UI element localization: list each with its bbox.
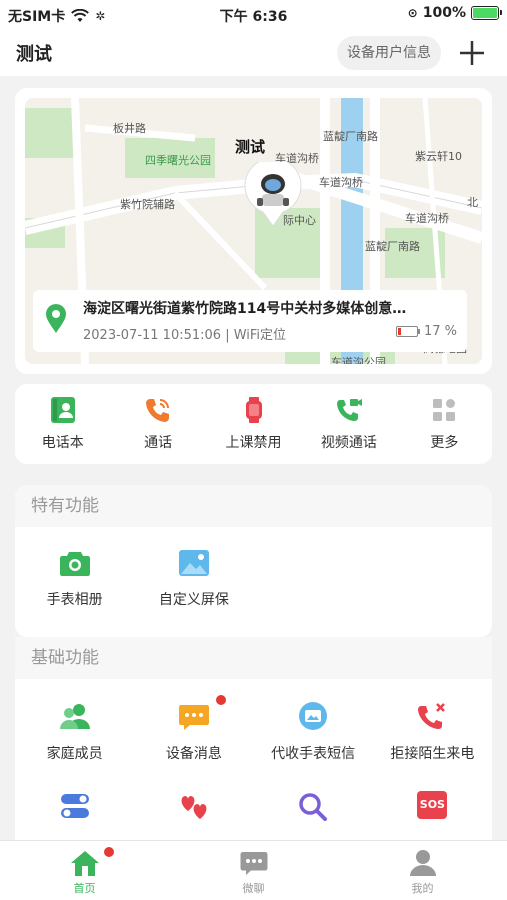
sos-icon: SOS: [417, 791, 448, 819]
feature-watch-album[interactable]: 手表相册: [15, 527, 134, 637]
status-bar: 无SIM卡 ✲ 下午 6:36 ⊙ 100%: [0, 0, 507, 30]
family-icon: [59, 704, 90, 729]
phone-icon: [146, 399, 170, 422]
map-label: 板井路: [113, 122, 146, 135]
feature-collect-watch-sms[interactable]: 代收手表短信: [254, 679, 373, 789]
map-label: 车道沟桥: [319, 176, 363, 189]
location-time: 2023-07-11 10:51:06 | WiFi定位: [83, 328, 287, 343]
watch-battery-percent: 17 %: [423, 324, 457, 339]
feature-label: 代收手表短信: [271, 746, 356, 762]
device-info-button[interactable]: 设备用户信息: [337, 36, 441, 70]
tab-label: 我的: [411, 882, 434, 895]
camera-icon: [59, 552, 90, 576]
map-label: 车道沟公园: [331, 356, 386, 364]
message-icon: [178, 705, 209, 730]
location-address: 海淀区曙光街道紫竹院路114号中关村多媒体创意…: [83, 301, 407, 317]
watch-name-label: 测试: [235, 138, 266, 156]
picture-icon: [178, 550, 209, 576]
avatar-pin-icon[interactable]: [243, 162, 303, 228]
watch-icon: [245, 397, 262, 423]
tab-profile[interactable]: 我的: [338, 841, 507, 900]
toggle-icon: [60, 794, 89, 818]
section-title: 特有功能: [15, 485, 492, 527]
contacts-icon: [50, 397, 75, 423]
map-label: 四季曙光公园: [145, 154, 211, 167]
add-icon[interactable]: [457, 38, 487, 68]
home-icon: [70, 851, 99, 876]
tab-bar: 首页 微聊 我的: [0, 840, 507, 900]
feature-custom-screensaver[interactable]: 自定义屏保: [134, 527, 253, 637]
tab-label: 微聊: [242, 882, 265, 895]
basic-features-section: 基础功能 家庭成员 设备消息 代收手表短信 拒接陌生来电 SOS: [15, 637, 492, 857]
quick-action-label: 视频通话: [320, 435, 377, 451]
map-label: 紫云轩10: [415, 150, 462, 163]
quick-action-video-call[interactable]: 视频通话: [301, 384, 396, 464]
quick-action-class-mode[interactable]: 上课禁用: [206, 384, 301, 464]
map-card[interactable]: 板井路 四季曙光公园 车道沟桥 紫竹院辅路 车道沟桥 车道沟桥 紫云轩10 蓝靛…: [15, 88, 492, 374]
feature-label: 家庭成员: [46, 746, 103, 762]
section-title: 基础功能: [15, 637, 492, 679]
map-label: 北: [467, 196, 478, 209]
notification-badge: [104, 847, 114, 857]
search-icon: [299, 793, 328, 821]
quick-actions: 电话本 通话 上课禁用 视频通话 更多: [15, 384, 492, 464]
feature-label: 自定义屏保: [158, 592, 229, 608]
sms-icon: [299, 702, 328, 730]
watch-battery: 17 %: [395, 324, 457, 339]
reject-call-icon: [418, 703, 446, 729]
location-panel[interactable]: 海淀区曙光街道紫竹院路114号中关村多媒体创意… 2023-07-11 10:5…: [33, 290, 467, 352]
feature-device-messages[interactable]: 设备消息: [134, 679, 253, 789]
quick-action-label: 更多: [430, 435, 459, 451]
hearts-icon: [181, 796, 207, 819]
feature-family-members[interactable]: 家庭成员: [15, 679, 134, 789]
quick-action-label: 通话: [144, 435, 173, 451]
feature-label: 手表相册: [46, 592, 103, 608]
user-icon: [409, 850, 436, 876]
chat-icon: [240, 852, 267, 875]
quick-action-contacts[interactable]: 电话本: [15, 384, 110, 464]
battery-icon: [471, 6, 502, 20]
quick-action-label: 上课禁用: [225, 435, 282, 451]
page-title: 测试: [16, 44, 52, 65]
battery-percent: 100%: [422, 5, 466, 21]
quick-action-more[interactable]: 更多: [397, 384, 492, 464]
tab-chat[interactable]: 微聊: [169, 841, 338, 900]
map-label: 蓝靛厂南路: [323, 130, 378, 143]
rotation-lock-icon: ⊙: [407, 6, 418, 20]
map-label: 车道沟桥: [405, 212, 449, 225]
map-label: 紫竹院辅路: [120, 198, 175, 211]
grid-icon: [433, 399, 456, 421]
header: 测试 设备用户信息: [0, 30, 507, 76]
watch-battery-icon: [395, 326, 420, 337]
tab-label: 首页: [73, 882, 96, 895]
feature-label: 设备消息: [165, 746, 222, 762]
map-label: 蓝靛厂南路: [365, 240, 420, 253]
map-view[interactable]: 板井路 四季曙光公园 车道沟桥 紫竹院辅路 车道沟桥 车道沟桥 紫云轩10 蓝靛…: [25, 98, 482, 364]
location-pin-icon: [46, 304, 66, 333]
quick-action-label: 电话本: [41, 435, 84, 451]
special-features-section: 特有功能 手表相册 自定义屏保: [15, 485, 492, 637]
video-call-icon: [336, 399, 362, 421]
notification-badge: [216, 695, 227, 705]
quick-action-call[interactable]: 通话: [110, 384, 205, 464]
feature-label: 拒接陌生来电: [390, 746, 475, 762]
feature-reject-stranger-calls[interactable]: 拒接陌生来电: [373, 679, 492, 789]
tab-home[interactable]: 首页: [0, 841, 169, 900]
